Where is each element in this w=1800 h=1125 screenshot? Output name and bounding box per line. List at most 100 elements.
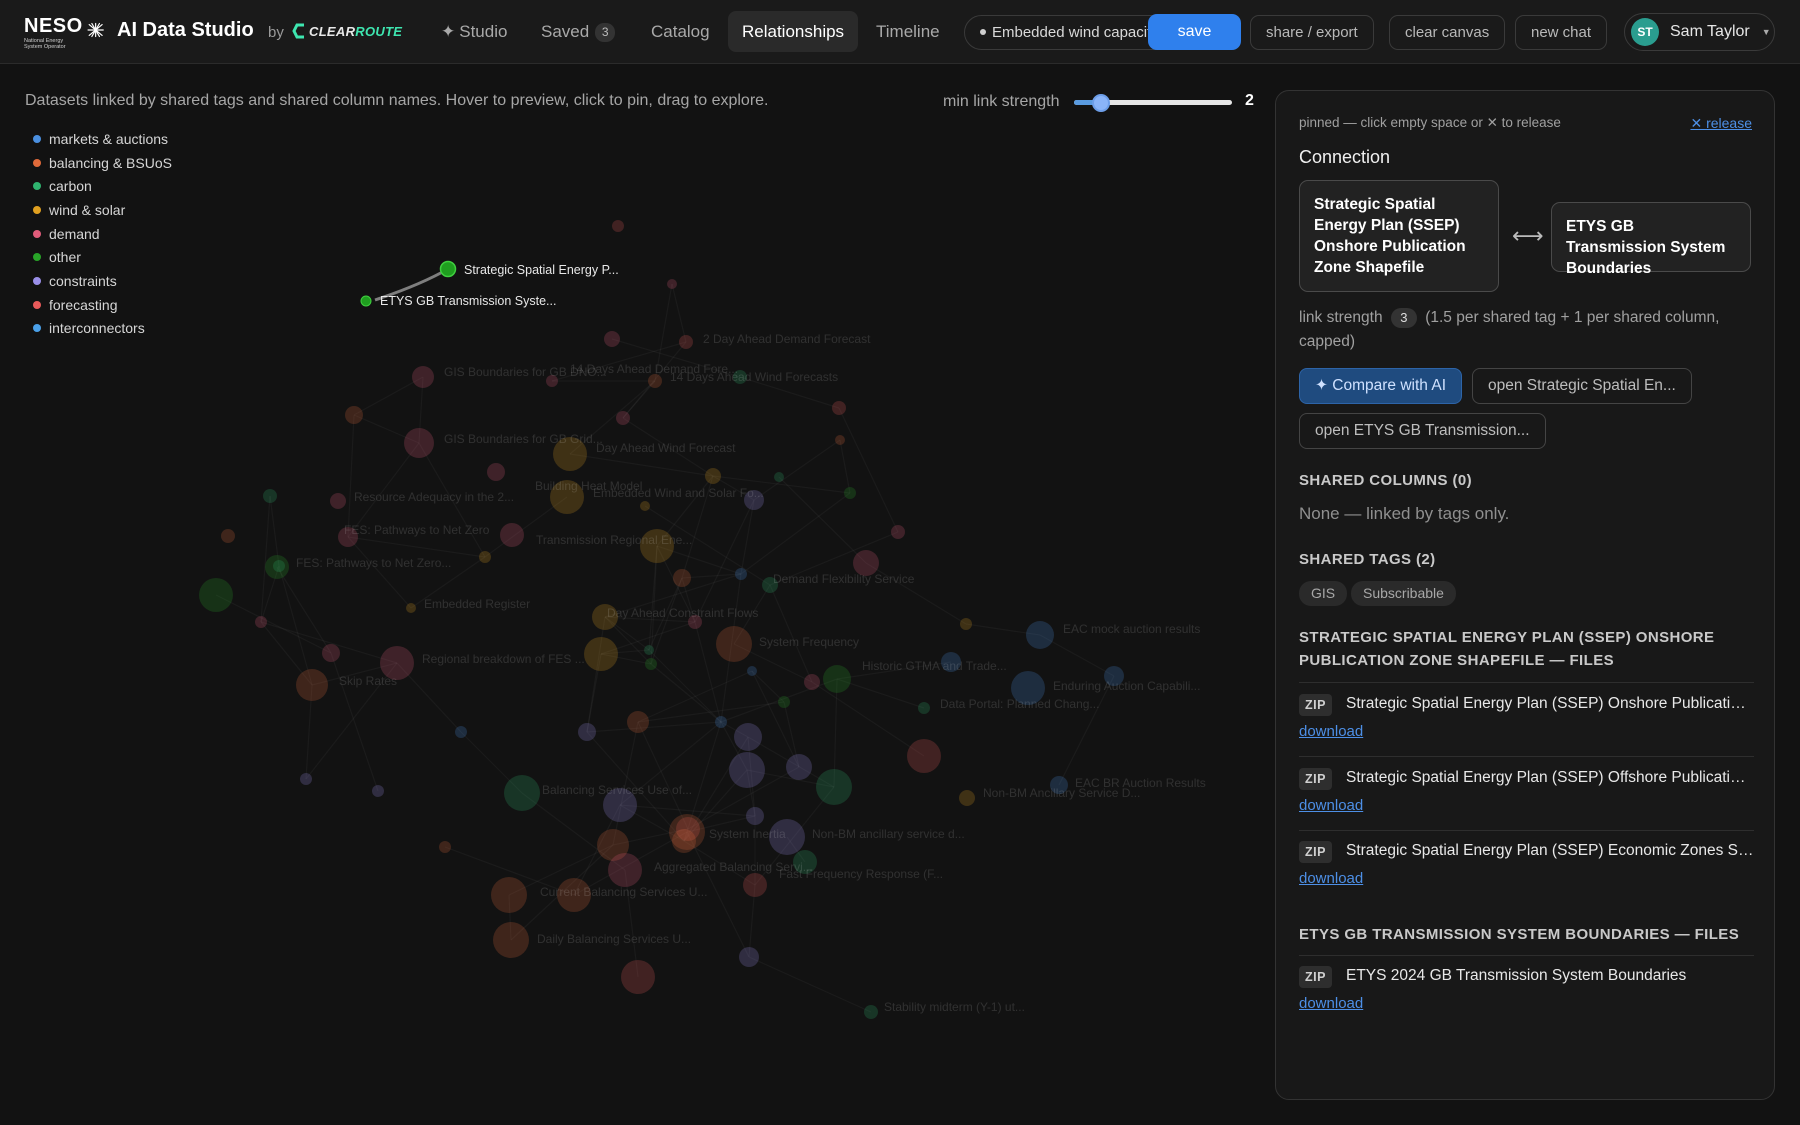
graph-node[interactable] (404, 428, 434, 458)
graph-node[interactable] (491, 877, 527, 913)
active-node-label: Strategic Spatial Energy P... (464, 263, 619, 277)
graph-node[interactable] (844, 487, 856, 499)
download-link[interactable]: download (1299, 723, 1363, 740)
graph-node[interactable] (273, 560, 285, 572)
graph-node[interactable] (716, 626, 752, 662)
graph-node[interactable] (804, 674, 820, 690)
graph-node[interactable] (255, 616, 267, 628)
download-link[interactable]: download (1299, 797, 1363, 814)
source-node-card[interactable]: Strategic Spatial Energy Plan (SSEP) Ons… (1299, 180, 1499, 292)
graph-node[interactable] (640, 501, 650, 511)
target-node-card[interactable]: ETYS GB Transmission System Boundaries (1551, 202, 1751, 277)
save-button[interactable]: save (1148, 14, 1241, 50)
graph-node[interactable] (747, 666, 757, 676)
graph-node[interactable] (729, 752, 765, 788)
graph-node[interactable] (300, 773, 312, 785)
graph-node[interactable] (455, 726, 467, 738)
download-link[interactable]: download (1299, 995, 1363, 1012)
graph-node[interactable] (1026, 621, 1054, 649)
graph-edge (839, 439, 851, 494)
nav-saved[interactable]: Saved 3 (527, 11, 629, 52)
graph-node[interactable] (439, 841, 451, 853)
graph-node[interactable] (864, 1005, 878, 1019)
graph-node[interactable] (578, 723, 596, 741)
connection-panel: pinned — click empty space or ✕ to relea… (1275, 90, 1775, 1100)
graph-node[interactable] (705, 468, 721, 484)
link-strength-badge: 3 (1390, 308, 1417, 328)
graph-node[interactable] (735, 568, 747, 580)
clear-canvas-button[interactable]: clear canvas (1389, 15, 1506, 50)
compare-with-ai-button[interactable]: ✦ Compare with AI (1299, 368, 1463, 404)
download-link[interactable]: download (1299, 870, 1363, 887)
graph-node[interactable] (648, 374, 662, 388)
active-node-target[interactable] (360, 295, 372, 307)
graph-node[interactable] (500, 523, 524, 547)
graph-node[interactable] (832, 401, 846, 415)
graph-node-label: Daily Balancing Services U... (537, 932, 691, 946)
graph-node[interactable] (345, 406, 363, 424)
graph-node[interactable] (627, 711, 649, 733)
tag-chip[interactable]: Subscribable (1351, 581, 1456, 606)
nav-catalog[interactable]: Catalog (637, 11, 724, 52)
graph-node[interactable] (778, 696, 790, 708)
graph-node[interactable] (604, 331, 620, 347)
graph-node[interactable] (330, 493, 346, 509)
graph-node[interactable] (891, 525, 905, 539)
share-export-button[interactable]: share / export (1250, 15, 1374, 50)
graph-node[interactable] (621, 960, 655, 994)
graph-node[interactable] (296, 669, 328, 701)
graph-node[interactable] (322, 644, 340, 662)
release-link[interactable]: ✕ release (1690, 115, 1752, 132)
tag-chip[interactable]: GIS (1299, 581, 1348, 606)
graph-node[interactable] (504, 775, 540, 811)
graph-node[interactable] (412, 366, 434, 388)
graph-node[interactable] (221, 529, 235, 543)
new-chat-button[interactable]: new chat (1515, 15, 1608, 50)
graph-edge (751, 670, 785, 703)
graph-node[interactable] (835, 435, 845, 445)
nav-studio[interactable]: ✦ Studio (427, 11, 521, 52)
graph-node[interactable] (645, 658, 657, 670)
graph-node[interactable] (616, 411, 630, 425)
graph-node[interactable] (743, 873, 767, 897)
graph-node[interactable] (823, 665, 851, 693)
graph-node[interactable] (372, 785, 384, 797)
active-node-source[interactable] (439, 260, 457, 278)
graph-node[interactable] (786, 754, 812, 780)
graph-node[interactable] (746, 807, 764, 825)
graph-node[interactable] (487, 463, 505, 481)
graph-node[interactable] (774, 472, 784, 482)
neso-logo[interactable]: NESO National Energy System Operator (24, 16, 104, 50)
graph-node[interactable] (406, 603, 416, 613)
graph-node[interactable] (479, 551, 491, 563)
graph-node[interactable] (816, 769, 852, 805)
graph-edge (650, 663, 722, 723)
graph-node[interactable] (673, 569, 691, 587)
graph-node[interactable] (959, 790, 975, 806)
graph-node[interactable] (734, 723, 762, 751)
graph-node[interactable] (263, 489, 277, 503)
graph-node[interactable] (644, 645, 654, 655)
graph-node[interactable] (667, 279, 677, 289)
graph-node[interactable] (918, 702, 930, 714)
relationship-graph[interactable]: 2 Day Ahead Demand Forecast GIS Boundarie… (0, 65, 1270, 1125)
graph-node[interactable] (199, 578, 233, 612)
open-source-dataset-button[interactable]: open Strategic Spatial En... (1472, 368, 1692, 404)
graph-node[interactable] (584, 637, 618, 671)
context-dataset-chip[interactable]: Embedded wind capacity (964, 15, 1175, 50)
user-menu[interactable]: ST Sam Taylor ▼ (1624, 13, 1775, 51)
graph-node[interactable] (960, 618, 972, 630)
graph-node[interactable] (493, 922, 529, 958)
graph-node[interactable] (672, 829, 696, 853)
graph-node[interactable] (907, 739, 941, 773)
graph-node[interactable] (608, 853, 642, 887)
graph-node-label: Fast Frequency Response (F... (779, 867, 943, 881)
open-target-dataset-button[interactable]: open ETYS GB Transmission... (1299, 413, 1546, 449)
nav-timeline[interactable]: Timeline (862, 11, 954, 52)
graph-node[interactable] (715, 716, 727, 728)
graph-node[interactable] (679, 335, 693, 349)
graph-node[interactable] (739, 947, 759, 967)
nav-relationships[interactable]: Relationships (728, 11, 859, 52)
graph-node[interactable] (612, 220, 624, 232)
divider (1299, 682, 1754, 683)
